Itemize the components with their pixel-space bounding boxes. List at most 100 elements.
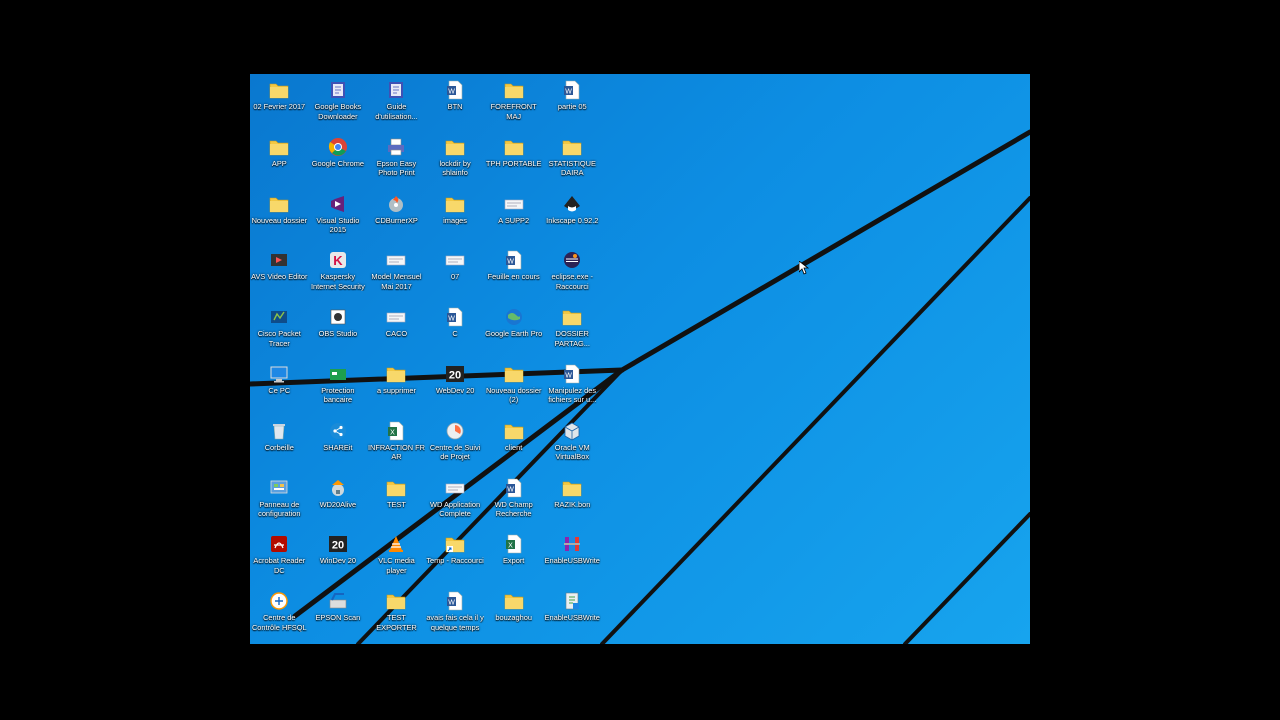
project-center-icon bbox=[445, 421, 465, 441]
svg-text:W: W bbox=[448, 88, 455, 95]
folder-icon bbox=[504, 421, 524, 441]
desktop-icon-label: BTN bbox=[447, 102, 463, 111]
desktop-icon[interactable]: Inkscape 0.92.2 bbox=[543, 192, 602, 249]
desktop-icon[interactable]: bouzaghou bbox=[484, 589, 543, 644]
desktop-icon[interactable]: Temp - Raccourci bbox=[426, 532, 485, 589]
desktop-icon[interactable]: WD20Alive bbox=[309, 476, 368, 533]
desktop-icon[interactable]: Guide d'utilisation... bbox=[367, 78, 426, 135]
desktop-icon[interactable]: Oracle VM VirtualBox bbox=[543, 419, 602, 476]
desktop-icon-label: Nouveau dossier (2) bbox=[485, 385, 542, 405]
desktop-icon[interactable]: Google Chrome bbox=[309, 135, 368, 192]
desktop-icon-label: A SUPP2 bbox=[498, 215, 530, 225]
word-icon: W bbox=[445, 307, 465, 327]
desktop-icon[interactable]: EnableUSBWrite bbox=[543, 532, 602, 589]
desktop-icon[interactable]: TEST bbox=[367, 476, 426, 533]
folder-icon bbox=[504, 137, 524, 157]
desktop-icon[interactable]: K Kaspersky Internet Security bbox=[309, 248, 368, 305]
desktop-icon[interactable]: 02 Fevrier 2017 bbox=[250, 78, 309, 135]
desktop-icon[interactable]: 20 WinDev 20 bbox=[309, 532, 368, 589]
desktop-icon[interactable]: EnableUSBWrite bbox=[543, 589, 602, 644]
desktop-icon[interactable]: X Export bbox=[484, 532, 543, 589]
computer-icon bbox=[269, 364, 289, 384]
shareit-icon bbox=[328, 421, 348, 441]
desktop-icon-label: eclipse.exe - Raccourci bbox=[551, 272, 594, 291]
desktop-icon-label: partie 05 bbox=[557, 102, 587, 111]
desktop-icon[interactable]: Corbeille bbox=[250, 419, 309, 476]
desktop-icon[interactable]: DOSSIER PARTAG... bbox=[543, 305, 602, 362]
desktop-icon[interactable]: client bbox=[484, 419, 543, 476]
desktop-icon-label: Protection bancaire bbox=[321, 385, 355, 405]
desktop-icon[interactable]: Centre de Contrôle HFSQL bbox=[250, 589, 309, 644]
svg-text:20: 20 bbox=[332, 540, 344, 552]
desktop-icon[interactable]: images bbox=[426, 192, 485, 249]
svg-text:W: W bbox=[448, 316, 455, 323]
desktop-icon[interactable]: STATISTIQUE DAIRA bbox=[543, 135, 602, 192]
document-icon bbox=[386, 250, 406, 270]
desktop-icon-label: STATISTIQUE DAIRA bbox=[548, 158, 596, 178]
desktop-icon[interactable]: Ce PC bbox=[250, 362, 309, 419]
desktop-icon[interactable]: 20 WebDev 20 bbox=[426, 362, 485, 419]
webdev-icon: 20 bbox=[445, 364, 465, 384]
desktop-icon[interactable]: W WD Champ Recherche bbox=[484, 476, 543, 533]
desktop-icon[interactable]: WC bbox=[426, 305, 485, 362]
folder-icon bbox=[562, 307, 582, 327]
avs-video-editor-icon bbox=[269, 250, 289, 270]
folder-shortcut-icon bbox=[445, 534, 465, 554]
desktop-icon[interactable]: CDBurnerXP bbox=[367, 192, 426, 249]
desktop-icon[interactable]: W Feuille en cours bbox=[484, 248, 543, 305]
desktop-icon[interactable]: VLC media player bbox=[367, 532, 426, 589]
desktop-icon-label: Panneau de configuration bbox=[258, 499, 301, 519]
desktop-icon-label: WD20Alive bbox=[319, 499, 357, 509]
desktop-icon[interactable]: Model Mensuel Mai 2017 bbox=[367, 248, 426, 305]
desktop-icon[interactable]: Centre de Suivi de Projet bbox=[426, 419, 485, 476]
desktop-icon[interactable]: Epson Easy Photo Print bbox=[367, 135, 426, 192]
svg-text:W: W bbox=[448, 600, 455, 607]
desktop-icon[interactable]: Acrobat Reader DC bbox=[250, 532, 309, 589]
desktop-icon[interactable]: Wavais fais cela il y quelque temps bbox=[426, 589, 485, 644]
desktop-icon-label: SHAREit bbox=[323, 442, 353, 452]
desktop-icon[interactable]: W Manipulez des fichiers sur u... bbox=[543, 362, 602, 419]
desktop-icon[interactable]: a supprimer bbox=[367, 362, 426, 419]
recycle-bin-icon bbox=[269, 421, 289, 441]
desktop-icon[interactable]: lockdir by shlainfo bbox=[426, 135, 485, 192]
acrobat-reader-icon bbox=[269, 534, 289, 554]
desktop-icon-label: WebDev 20 bbox=[435, 385, 475, 395]
eclipse-icon bbox=[562, 250, 582, 270]
desktop-icon[interactable]: APP bbox=[250, 135, 309, 192]
desktop-icon[interactable]: Google Books Downloader bbox=[309, 78, 368, 135]
svg-text:W: W bbox=[507, 486, 514, 493]
desktop-icon[interactable]: SHAREit bbox=[309, 419, 368, 476]
desktop-icon[interactable]: Google Earth Pro bbox=[484, 305, 543, 362]
desktop-icon-label: OBS Studio bbox=[318, 329, 358, 339]
desktop-icon[interactable]: FOREFRONT MAJ bbox=[484, 78, 543, 135]
desktop-icon[interactable]: OBS Studio bbox=[309, 305, 368, 362]
folder-icon bbox=[504, 591, 524, 611]
desktop-icon[interactable]: WD Application Complete bbox=[426, 476, 485, 533]
desktop-icon-label: WinDev 20 bbox=[319, 556, 356, 566]
desktop-icon[interactable]: Panneau de configuration bbox=[250, 476, 309, 533]
desktop-icon[interactable]: Cisco Packet Tracer bbox=[250, 305, 309, 362]
desktop[interactable]: 02 Fevrier 2017 APP Nouveau dossier AVS Vid… bbox=[250, 74, 1030, 644]
desktop-icon[interactable]: TPH PORTABLE bbox=[484, 135, 543, 192]
desktop-icon[interactable]: eclipse.exe - Raccourci bbox=[543, 248, 602, 305]
desktop-icon[interactable]: 07 bbox=[426, 248, 485, 305]
desktop-icon[interactable]: W BTN bbox=[426, 78, 485, 135]
desktop-icon[interactable]: Protection bancaire bbox=[309, 362, 368, 419]
desktop-icon[interactable]: Visual Studio 2015 bbox=[309, 192, 368, 249]
desktop-icon[interactable]: EPSON Scan bbox=[309, 589, 368, 644]
desktop-icon[interactable]: AVS Video Editor bbox=[250, 248, 309, 305]
desktop-icon[interactable]: A SUPP2 bbox=[484, 192, 543, 249]
desktop-icon-label: Model Mensuel Mai 2017 bbox=[371, 272, 422, 291]
desktop-icon[interactable]: Wpartie 05 bbox=[543, 78, 602, 135]
excel-icon: X bbox=[386, 421, 406, 441]
desktop-icon[interactable]: Nouveau dossier (2) bbox=[484, 362, 543, 419]
desktop-icon[interactable]: CACO bbox=[367, 305, 426, 362]
desktop-icon[interactable]: TEST EXPORTER bbox=[367, 589, 426, 644]
desktop-icon-label: client bbox=[505, 442, 523, 452]
desktop-icon[interactable]: RAZIK.bon bbox=[543, 476, 602, 533]
desktop-icon-label: Google Earth Pro bbox=[485, 329, 543, 339]
desktop-icon[interactable]: X INFRACTION FR AR bbox=[367, 419, 426, 476]
word-icon: W bbox=[445, 80, 465, 100]
desktop-icon[interactable]: Nouveau dossier bbox=[250, 192, 309, 249]
desktop-icon-label: Ce PC bbox=[268, 385, 291, 395]
